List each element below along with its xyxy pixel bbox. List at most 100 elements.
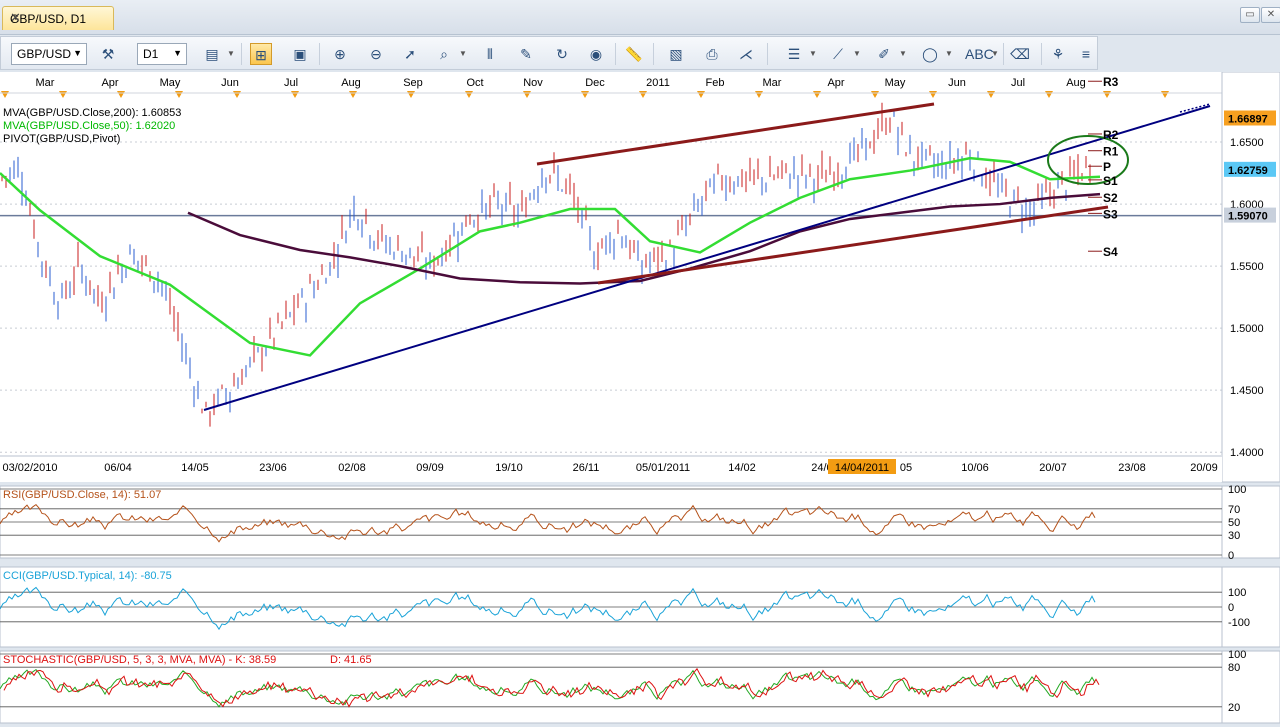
image-icon[interactable]: ▧ [665,43,687,65]
month-label: Jul [284,77,298,89]
ruler-icon[interactable]: 📏 [623,43,645,65]
chevron-down-icon: ▼ [73,48,82,58]
pivot-label: R1 [1103,145,1119,159]
date-tick: 23/08 [1118,462,1146,474]
level-tick: 30 [1228,530,1240,542]
price-label: 1.62759 [1228,165,1268,177]
month-label: Aug [1066,77,1086,89]
ellipse-icon[interactable]: ◯ [919,43,941,65]
chart-type-icon[interactable]: ▤ [201,43,223,65]
restore-window-icon[interactable]: ▭ [1240,7,1260,23]
eraser-icon[interactable]: ⌫ [1009,43,1031,65]
dropdown-arrow-icon[interactable]: ▼ [227,49,235,58]
data-window-icon[interactable]: ▣ [289,43,311,65]
date-tick: 19/10 [495,462,523,474]
more-options-icon[interactable]: ≡ [1079,43,1093,65]
globe-icon[interactable]: ◉ [585,43,607,65]
date-tick: 03/02/2010 [2,462,57,474]
zoom-area-icon[interactable]: ⌕ [433,43,455,65]
close-window-icon[interactable]: ✕ [1261,7,1280,23]
panel-label: RSI(GBP/USD.Close, 14): 51.07 [3,489,161,501]
dropdown-arrow-icon[interactable]: ▼ [899,49,907,58]
indicators-icon[interactable]: ⋌ [735,43,757,65]
price-tick: 1.6500 [1230,137,1264,149]
month-label: Oct [466,77,483,89]
level-tick: 0 [1228,602,1234,614]
month-label: Dec [585,77,605,89]
month-label: May [885,77,906,89]
price-tick: 1.4500 [1230,385,1264,397]
refresh-icon[interactable]: ↻ [551,43,573,65]
dropdown-arrow-icon[interactable]: ▼ [809,49,817,58]
trendline-icon[interactable]: ⟋ [827,43,849,65]
pivot-label: P [1103,160,1111,174]
chart-tab[interactable]: GBP/USD, D1 ✕ [2,6,114,30]
pointer-icon[interactable]: ➚ [399,43,421,65]
level-tick: 20 [1228,702,1240,714]
zoom-out-icon[interactable]: ⊖ [365,43,387,65]
symbol-select[interactable]: GBP/USD ▼ [11,43,87,65]
pivot-label: S1 [1103,174,1118,188]
date-tick: 09/09 [416,462,444,474]
date-tick: 05/01/2011 [636,462,690,474]
month-label: Apr [101,77,118,89]
timeframe-select[interactable]: D1 ▼ [137,43,187,65]
price-label: 1.59070 [1228,211,1268,223]
date-tick: 20/07 [1039,462,1067,474]
month-label: Nov [523,77,543,89]
price-axis-bg [1221,72,1280,483]
date-tick: 02/08 [338,462,366,474]
tree-icon[interactable]: ⚘ [1047,43,1069,65]
timeframe-value: D1 [143,47,159,61]
date-tick: 06/04 [104,462,132,474]
text-label-icon[interactable]: ABC [965,43,994,65]
cci-panel: 100 0 -100 CCI(GBP/USD.Typical, 14): -80.75 [0,566,1280,648]
stochastic-panel: 10080 20 STOCHASTIC(GBP/USD, 5, 3, 3, MVA,… [0,649,1280,724]
tab-close-icon[interactable]: ✕ [10,10,107,26]
dropdown-arrow-icon[interactable]: ▼ [991,49,999,58]
remove-instrument-icon[interactable]: ⚒ [97,43,119,65]
month-label: Mar [763,77,782,89]
dropdown-arrow-icon[interactable]: ▼ [853,49,861,58]
dropdown-arrow-icon[interactable]: ▼ [459,49,467,58]
panel-label: CCI(GBP/USD.Typical, 14): -80.75 [3,570,172,582]
month-label: Jul [1011,77,1025,89]
crosshair-mode-icon[interactable]: ⊞ [250,43,272,65]
zoom-in-icon[interactable]: ⊕ [329,43,351,65]
month-label: Jun [221,77,239,89]
edit-chart-icon[interactable]: ✎ [515,43,537,65]
level-tick: 100 [1228,649,1246,661]
price-axis: 1.65001.60001.55001.50001.45001.4000 [1221,72,1280,483]
rsi-panel: 100 705030 0 RSI(GBP/USD.Close, 14): 51.07 [0,484,1280,562]
tab-bar: GBP/USD, D1 ✕ ▭ ✕ [0,0,1280,35]
price-tick: 1.5500 [1230,261,1264,273]
date-axis: 03/02/2010 06/04 14/05 23/06 02/08 09/09 19/10… [0,455,1222,482]
level-tick: 100 [1228,484,1246,496]
month-label: Apr [827,77,844,89]
date-tick: 10/06 [961,462,989,474]
date-tick: 14/02 [728,462,756,474]
month-label: Jun [948,77,966,89]
date-tick: 14/04/2011 [835,462,889,474]
pen-icon[interactable]: ✐ [873,43,895,65]
month-label: 2011 [646,77,670,89]
legend-entry: MVA(GBP/USD.Close,200): 1.60853 [3,107,181,119]
price-label: 1.66897 [1228,113,1268,125]
vertical-line-icon[interactable]: ⫴ [479,43,501,65]
chart-area[interactable]: Mar Apr May Jun Jul Aug Sep Oct Nov Dec 2011 Feb Mar… [0,72,1280,727]
level-tick: 70 [1228,504,1240,516]
pivot-label: S4 [1103,245,1118,259]
print-icon[interactable]: ⎙ [701,43,723,65]
price-tick: 1.5000 [1230,323,1264,335]
main-price-panel [0,72,1222,482]
pivot-label: S3 [1103,207,1118,221]
dropdown-arrow-icon[interactable]: ▼ [945,49,953,58]
month-label: Mar [36,77,55,89]
date-tick: 14/05 [181,462,209,474]
level-tick: 50 [1228,517,1240,529]
month-label: Feb [706,77,725,89]
price-tick: 1.4000 [1230,447,1264,459]
date-tick: 05 [900,462,912,474]
date-tick: 20/09 [1190,462,1218,474]
add-indicator-icon[interactable]: ☰ [783,43,805,65]
